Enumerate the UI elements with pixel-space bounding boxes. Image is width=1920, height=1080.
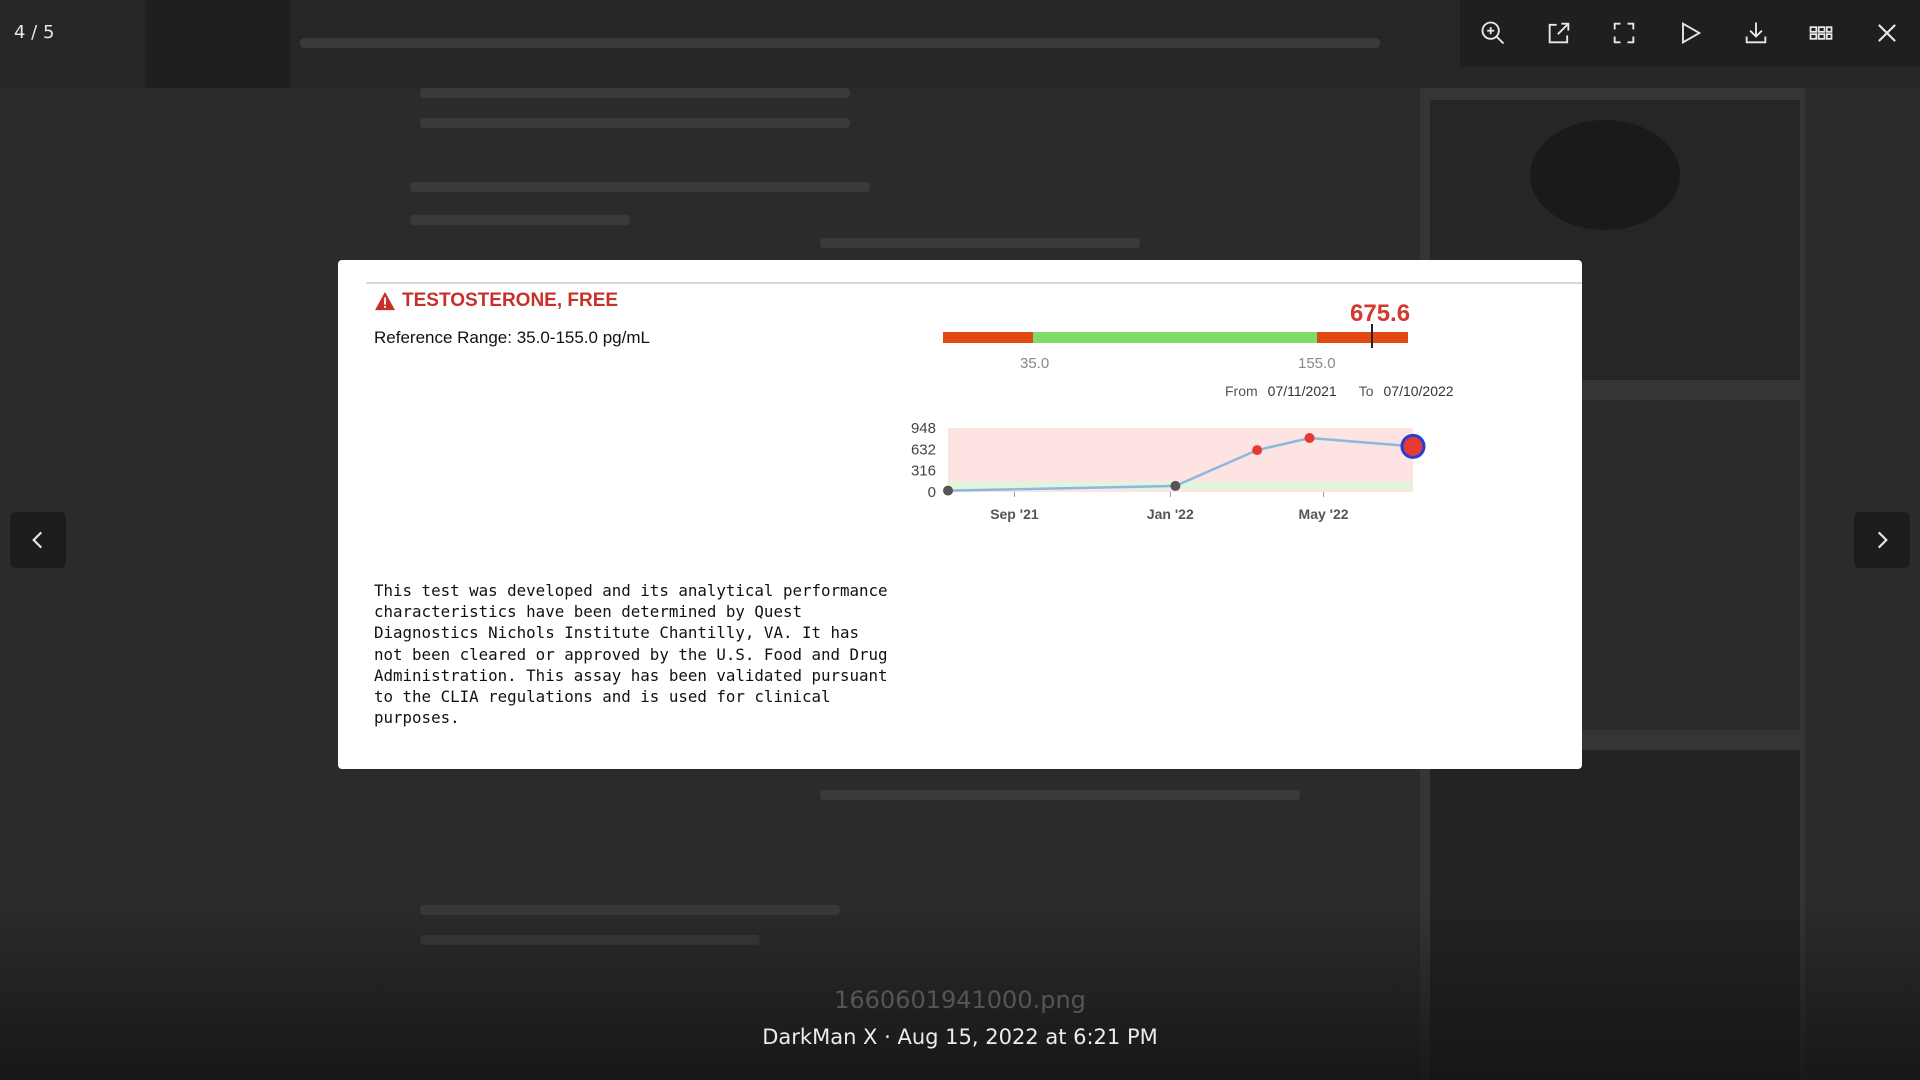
- background-text: [300, 38, 1380, 48]
- to-date: 07/10/2022: [1383, 383, 1454, 399]
- play-icon: [1682, 22, 1702, 44]
- download-icon: [1745, 22, 1766, 44]
- current-result-point: [1400, 433, 1426, 459]
- slideshow-button[interactable]: [1668, 11, 1712, 55]
- grid-icon: [1809, 26, 1833, 40]
- normal-result-point: [943, 485, 953, 496]
- range-low-segment: [943, 332, 1033, 343]
- disclaimer-text: This test was developed and its analytic…: [374, 581, 888, 728]
- viewer-toolbar: [1460, 0, 1920, 66]
- to-label: To: [1358, 383, 1374, 399]
- chevron-right-icon: [1877, 531, 1888, 549]
- open-external-button[interactable]: [1537, 11, 1581, 55]
- fullscreen-button[interactable]: [1602, 11, 1646, 55]
- background-text: [820, 238, 1140, 248]
- result-marker: [1371, 324, 1373, 348]
- download-button[interactable]: [1734, 11, 1778, 55]
- next-image-button[interactable]: [1854, 512, 1910, 568]
- background-text: [420, 88, 850, 98]
- range-bar: [943, 324, 1408, 348]
- lab-result-image: TESTOSTERONE, FREE Reference Range: 35.0…: [338, 260, 1582, 769]
- y-tick-label: 632: [911, 441, 936, 458]
- x-tick-label: Jan '22: [1147, 506, 1194, 522]
- background-image: [1530, 120, 1680, 230]
- trend-chart: 948 632 316 0 Sep '21 Jan '22 May '22: [911, 420, 1426, 522]
- file-name: 1660601941000.png: [834, 986, 1086, 1014]
- image-caption: DarkMan X · Aug 15, 2022 at 6:21 PM: [762, 1025, 1158, 1049]
- zoom-in-icon: [1481, 21, 1505, 45]
- background-text: [410, 182, 870, 192]
- high-result-point: [1252, 445, 1263, 456]
- from-label: From: [1225, 383, 1258, 399]
- y-tick-label: 948: [911, 420, 936, 437]
- zoom-in-button[interactable]: [1471, 11, 1515, 55]
- x-tick-label: May '22: [1299, 506, 1349, 522]
- thumbnails-button[interactable]: [1799, 11, 1843, 55]
- range-high-label: 155.0: [1298, 355, 1336, 372]
- external-link-icon: [1548, 22, 1569, 44]
- close-icon: [1878, 24, 1896, 42]
- from-date: 07/11/2021: [1267, 383, 1337, 399]
- y-tick-label: 0: [928, 484, 936, 501]
- chevron-left-icon: [32, 531, 43, 549]
- result-value: 675.6: [1350, 300, 1411, 327]
- divider: [366, 282, 1582, 284]
- warning-icon: [375, 291, 395, 311]
- y-tick-label: 316: [911, 463, 936, 480]
- background-tab: [145, 0, 290, 88]
- range-low-label: 35.0: [1020, 355, 1050, 372]
- background-text: [820, 790, 1300, 800]
- previous-image-button[interactable]: [10, 512, 66, 568]
- fullscreen-icon: [1613, 22, 1635, 44]
- test-name: TESTOSTERONE, FREE: [402, 290, 619, 311]
- high-result-point: [1304, 432, 1315, 443]
- background-text: [420, 118, 850, 128]
- normal-result-point: [1170, 480, 1181, 491]
- reference-range: Reference Range: 35.0-155.0 pg/mL: [374, 328, 650, 347]
- date-range: From 07/11/2021 To 07/10/2022: [1225, 383, 1454, 399]
- close-button[interactable]: [1865, 11, 1909, 55]
- background-text: [410, 215, 630, 225]
- range-high-segment: [1317, 332, 1408, 343]
- x-tick-label: Sep '21: [990, 506, 1039, 522]
- image-counter: 4 / 5: [14, 22, 55, 43]
- range-normal-segment: [1033, 332, 1317, 343]
- test-title: TESTOSTERONE, FREE: [374, 290, 618, 312]
